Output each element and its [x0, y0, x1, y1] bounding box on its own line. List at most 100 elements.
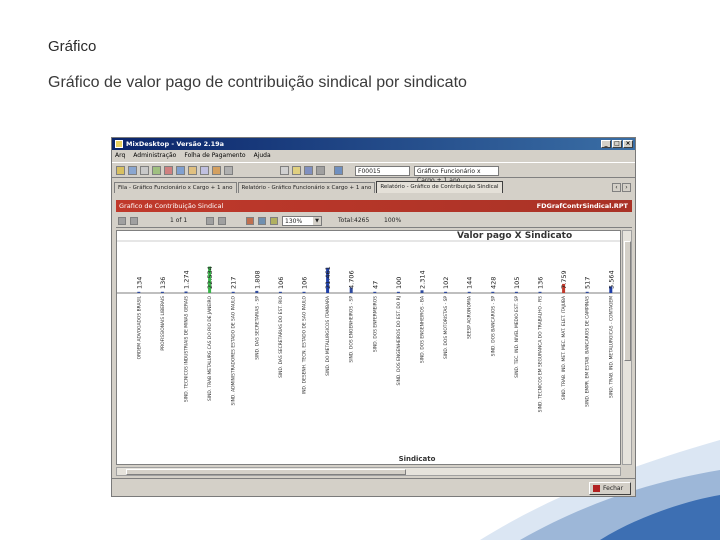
category-label: SIND. DOS ENGENHEIROS - SP	[349, 296, 355, 363]
minimize-button[interactable]: _	[601, 140, 611, 148]
category-label: SIND. TRAB METALURG CAS DO RIO DE JANEIR…	[207, 295, 213, 401]
note-icon[interactable]	[292, 166, 301, 175]
category-label: SIND. DOS BANCARIOS - SP	[490, 296, 496, 357]
toolbar: F00015 Gráfico Funcionário x Cargo + 1 a…	[112, 162, 635, 184]
scroll-thumb[interactable]	[624, 241, 631, 361]
tab-relatorio-contribuicao[interactable]: Relatório - Gráfico de Contribuição Sind…	[376, 181, 503, 193]
export-report-icon[interactable]	[258, 217, 266, 225]
export-icon[interactable]	[212, 166, 221, 175]
value-label: 100	[395, 277, 403, 289]
value-label: 136	[537, 277, 545, 289]
value-label: 47	[371, 281, 379, 289]
book-icon[interactable]	[304, 166, 313, 175]
chart-bar	[278, 291, 282, 293]
calculator-icon[interactable]	[280, 166, 289, 175]
category-label: SIND. DOS ENGENHEIROS - BA	[420, 296, 426, 363]
exit-icon	[593, 485, 600, 492]
value-label: 1.808	[253, 270, 261, 289]
tab-strip: Fila - Gráfico Funcionário x Cargo + 1 a…	[114, 181, 504, 194]
first-page-icon[interactable]	[118, 217, 126, 225]
value-label: 134	[135, 277, 143, 289]
percent-loaded: 100%	[384, 217, 402, 224]
x-axis-label: Sindicato	[399, 455, 436, 463]
settings-icon[interactable]	[224, 166, 233, 175]
open-icon[interactable]	[116, 166, 125, 175]
delete-icon[interactable]	[164, 166, 173, 175]
value-label: 1.274	[183, 270, 191, 289]
prev-page-icon[interactable]	[130, 217, 138, 225]
value-label: 2.314	[419, 270, 427, 289]
window-titlebar: MixDesktop - Versão 2.19a _ □ ×	[112, 138, 635, 150]
menu-item-folha[interactable]: Folha de Pagamento	[184, 150, 245, 161]
chart-bar	[137, 291, 141, 293]
category-label: SIND. ADMINISTRADORES ESTADO DE SAO PAUL…	[231, 295, 237, 405]
tab-scroll-left-icon[interactable]: ‹	[612, 183, 621, 192]
last-page-icon[interactable]	[218, 217, 226, 225]
report-viewer-toolbar: 1 of 1 130% ▼ Total:4265 100%	[116, 214, 632, 228]
chart-bar	[491, 291, 495, 293]
status-bar: Fechar	[112, 478, 635, 496]
close-report-button[interactable]: Fechar	[589, 482, 631, 495]
zoom-select[interactable]: 130% ▼	[282, 216, 322, 226]
category-label: IND. DESENH. TECN. ESTADO DE SAO PAULO	[302, 295, 308, 394]
value-label: 102	[442, 277, 450, 289]
value-label: 106	[301, 277, 309, 289]
value-label: 217	[230, 277, 238, 289]
grid-icon[interactable]	[334, 166, 343, 175]
filter-icon[interactable]	[176, 166, 185, 175]
window-close-button[interactable]: ×	[623, 140, 633, 148]
filial-select[interactable]: F00015	[355, 166, 410, 176]
value-label: 428	[489, 277, 497, 289]
tab-fila-grafico[interactable]: Fila - Gráfico Funcionário x Cargo + 1 a…	[114, 182, 237, 193]
value-label: 4.706	[348, 270, 356, 289]
maximize-button[interactable]: □	[612, 140, 622, 148]
tab-relatorio-funcionario[interactable]: Relatório - Gráfico Funcionário x Cargo …	[237, 182, 376, 193]
menu-item-ajuda[interactable]: Ajuda	[254, 150, 271, 161]
folder-icon[interactable]	[188, 166, 197, 175]
scroll-thumb[interactable]	[126, 469, 406, 475]
value-label: 21.461	[324, 266, 332, 289]
chart-bar	[420, 290, 424, 293]
category-label: SIND. TEC. IND. NIVEL MEDIO EST. SP	[514, 296, 520, 378]
value-label: 22.534	[206, 266, 214, 289]
chevron-down-icon: ▼	[313, 217, 321, 225]
report-icon[interactable]	[200, 166, 209, 175]
category-label: SIND. DAS SECRETARIAS - SP	[254, 296, 260, 360]
report-horizontal-scrollbar[interactable]	[116, 467, 621, 476]
calendar-icon[interactable]	[316, 166, 325, 175]
app-window: MixDesktop - Versão 2.19a _ □ × Arq Admi…	[111, 137, 636, 497]
value-label: 136	[159, 277, 167, 289]
menu-item-administracao[interactable]: Administração	[133, 150, 176, 161]
app-icon	[115, 140, 123, 148]
chart-bar	[585, 291, 589, 293]
category-label: SIND. DOS ENGENHEIROS DO EST. DO RJ	[396, 296, 402, 385]
value-label: 105	[513, 277, 521, 289]
save-icon[interactable]	[128, 166, 137, 175]
chart-bar	[538, 291, 542, 293]
report-header: Grafico de Contribuição Sindical FDGrafC…	[116, 200, 632, 212]
zoom-value: 130%	[285, 218, 303, 225]
window-title: MixDesktop - Versão 2.19a	[126, 140, 225, 148]
menu-bar: Arq Administração Folha de Pagamento Aju…	[112, 150, 635, 161]
menu-item-arquivo[interactable]: Arq	[115, 150, 125, 161]
close-button-label: Fechar	[603, 485, 624, 492]
report-canvas: Valor pago X Sindicato 134 ORDEM ADVOGADO…	[116, 230, 621, 465]
value-label: 5.564	[607, 270, 615, 289]
print-report-icon[interactable]	[246, 217, 254, 225]
category-label: SIND. TECNICOS EM SEGURANCA DO TRABALHO …	[538, 296, 544, 413]
search-report-icon[interactable]	[270, 217, 278, 225]
view-select[interactable]: Gráfico Funcionário x Cargo + 1 ano	[414, 166, 499, 184]
refresh-icon[interactable]	[152, 166, 161, 175]
category-label: SEESP AGRONOMIA	[467, 296, 473, 339]
chart-bar	[160, 291, 164, 293]
chart-bar	[373, 291, 377, 293]
page-indicator: 1 of 1	[170, 217, 188, 224]
report-vertical-scrollbar[interactable]	[622, 230, 632, 465]
next-page-icon[interactable]	[206, 217, 214, 225]
value-label: 7.759	[560, 270, 568, 289]
print-icon[interactable]	[140, 166, 149, 175]
tab-scroll-right-icon[interactable]: ›	[622, 183, 631, 192]
total-records: Total:4265	[338, 217, 370, 224]
chart-title: Valor pago X Sindicato	[457, 231, 573, 241]
category-label: SIND. TECNICOS INDUSTRIAIS DE MINAS GERA…	[184, 296, 190, 402]
